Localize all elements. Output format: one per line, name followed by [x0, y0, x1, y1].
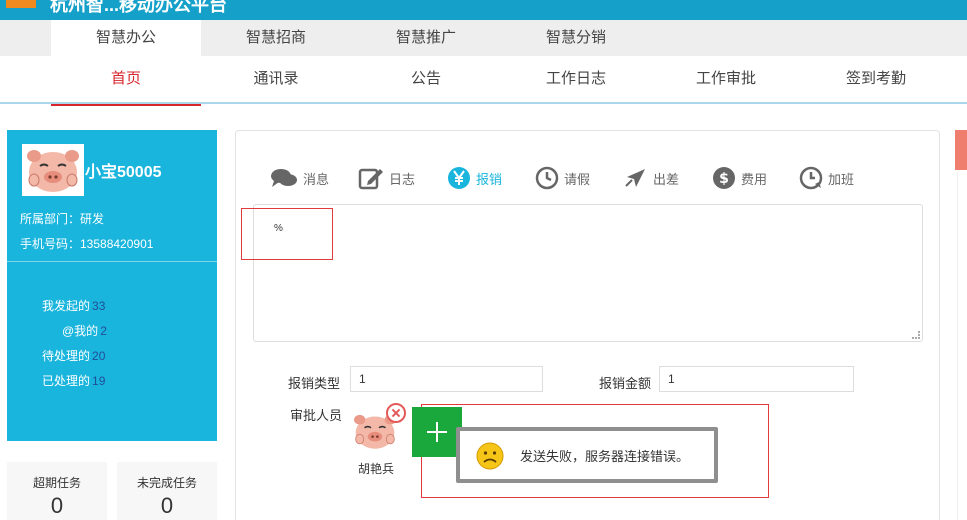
tab-log-label: 日志 [389, 171, 416, 187]
stat-label: 我发起的 [42, 299, 91, 313]
tab-expense-label: 费用 [741, 171, 768, 187]
sad-face-icon [476, 442, 504, 470]
top-banner: 杭州智...移动办公平台 [0, 0, 967, 20]
tab-message-label: 消息 [303, 171, 330, 187]
stat-initiated[interactable]: 我发起的 33 [42, 297, 105, 314]
stat-value: 19 [92, 374, 106, 388]
reimburse-amount-input[interactable]: 1 [659, 366, 854, 392]
stat-label: @我的 [62, 324, 99, 338]
airplane-icon [625, 169, 645, 187]
module-tabs: 智慧办公 智慧招商 智慧推广 智慧分销 [0, 20, 967, 56]
tab-message[interactable]: 消息 [270, 165, 329, 191]
tab-reimburse-label: 报销 [476, 171, 503, 187]
tab-business-trip-label: 出差 [653, 171, 680, 187]
stat-value: 20 [92, 349, 106, 363]
post-content-textarea[interactable]: % [253, 204, 923, 342]
stat-processed[interactable]: 已处理的 19 [42, 372, 105, 389]
edit-note-icon [358, 168, 383, 190]
unfinished-tasks-count: 0 [160, 493, 174, 518]
app-logo [6, 0, 36, 8]
reimburse-amount-label: 报销金额 [599, 376, 652, 391]
tab-reimburse[interactable]: 报销 [447, 165, 502, 191]
error-highlight-content [241, 208, 333, 260]
nav-contacts[interactable]: 通讯录 [201, 56, 351, 104]
tab-expense[interactable]: $ 费用 [712, 165, 767, 191]
unfinished-tasks-box[interactable]: 未完成任务 0 [117, 462, 217, 520]
username: 小宝50005 [85, 164, 162, 181]
approver-label: 审批人员 [290, 408, 343, 423]
toast-message: 发送失败，服务器连接错误。 [520, 449, 690, 464]
nav-home[interactable]: 首页 [51, 56, 201, 106]
right-edge-badge [955, 130, 967, 170]
approver-name: 胡艳兵 [358, 462, 395, 476]
tab-leave-label: 请假 [564, 171, 591, 187]
tab-smart-office[interactable]: 智慧办公 [51, 20, 201, 56]
dollar-icon: $ [713, 167, 735, 189]
nav-work-approval[interactable]: 工作审批 [651, 56, 801, 104]
overdue-tasks-box[interactable]: 超期任务 0 [7, 462, 107, 520]
remove-approver-icon[interactable] [386, 403, 406, 423]
add-approver-button[interactable] [412, 407, 462, 457]
resize-handle-icon[interactable] [912, 331, 920, 339]
stat-label: 已处理的 [42, 374, 91, 388]
overdue-tasks-label: 超期任务 [32, 476, 81, 490]
chat-bubble-icon [271, 169, 297, 187]
stat-label: 待处理的 [42, 349, 91, 363]
yen-icon [448, 167, 470, 189]
stat-mentioned[interactable]: @我的 2 [62, 322, 107, 339]
clock-icon [535, 166, 559, 190]
profile-divider [7, 261, 217, 262]
pig-avatar-icon [27, 150, 79, 192]
tab-smart-distribution[interactable]: 智慧分销 [501, 20, 651, 56]
stat-value: 33 [92, 299, 106, 313]
sub-nav: 首页 通讯录 公告 工作日志 工作审批 签到考勤 [0, 56, 967, 106]
tab-overtime[interactable]: 加班 [799, 165, 854, 191]
right-edge-panel [957, 172, 967, 520]
department: 所属部门：研发 [20, 212, 105, 226]
tab-leave[interactable]: 请假 [535, 165, 590, 191]
phone-number: 手机号码：13588420901 [20, 237, 154, 251]
svg-text:$: $ [719, 171, 729, 187]
tab-smart-promotion[interactable]: 智慧推广 [351, 20, 501, 56]
unfinished-tasks-label: 未完成任务 [136, 476, 197, 490]
error-toast: 发送失败，服务器连接错误。 [456, 427, 718, 483]
app-title: 杭州智...移动办公平台 [50, 0, 228, 15]
reimburse-type-label: 报销类型 [288, 376, 341, 391]
post-type-tabs: 消息 日志 报销 请假 出差 $ 费用 加班 [236, 131, 941, 203]
stat-pending[interactable]: 待处理的 20 [42, 347, 105, 364]
tab-log[interactable]: 日志 [358, 165, 415, 191]
clock-arrow-icon [799, 166, 823, 190]
reimburse-type-input[interactable]: 1 [350, 366, 543, 392]
overdue-tasks-count: 0 [50, 493, 64, 518]
tab-overtime-label: 加班 [828, 171, 855, 187]
avatar[interactable] [22, 144, 84, 196]
nav-work-log[interactable]: 工作日志 [501, 56, 651, 104]
nav-announcements[interactable]: 公告 [351, 56, 501, 104]
nav-attendance[interactable]: 签到考勤 [801, 56, 951, 104]
tab-business-trip[interactable]: 出差 [624, 165, 679, 191]
stat-value: 2 [100, 324, 107, 338]
profile-panel: 小宝50005 所属部门：研发 手机号码：13588420901 我发起的 33 … [7, 130, 217, 441]
tab-smart-investment[interactable]: 智慧招商 [201, 20, 351, 56]
